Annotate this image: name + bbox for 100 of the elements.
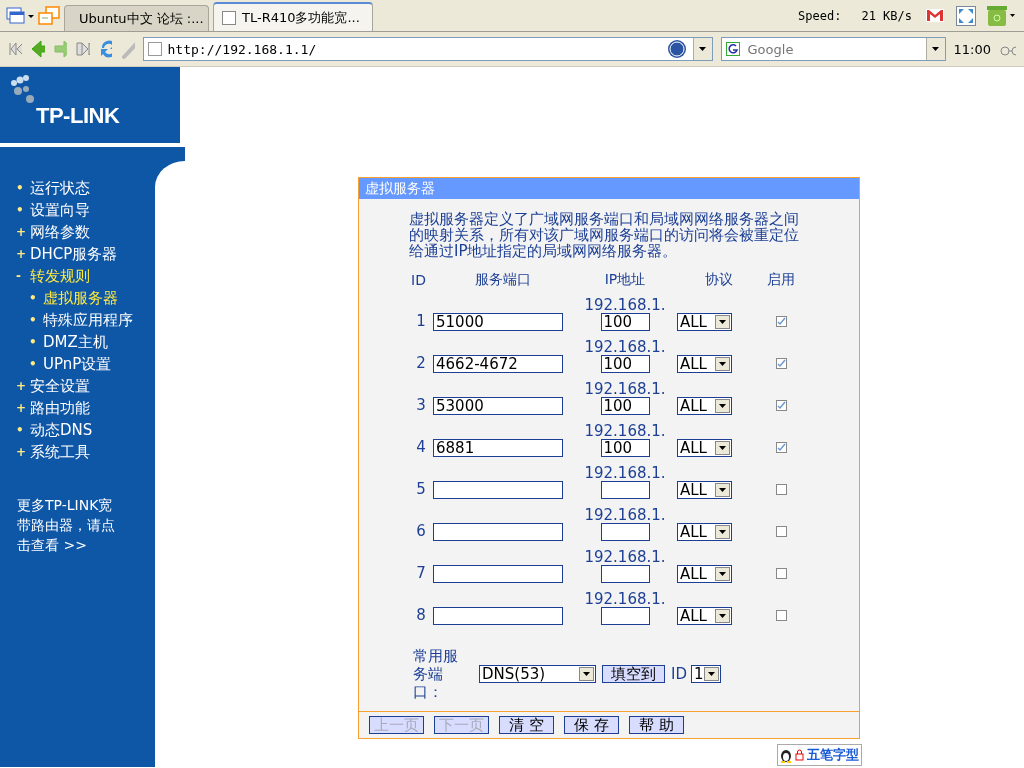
google-icon [725, 42, 740, 56]
dropdown-icon[interactable] [925, 38, 945, 60]
ip-field[interactable] [600, 565, 650, 583]
back-icon[interactable] [30, 39, 45, 59]
port-field[interactable]: 4662-4672 [433, 354, 563, 373]
menu-bullet: + [16, 379, 24, 393]
search-box[interactable]: Google [720, 37, 946, 61]
windows-icon[interactable] [6, 6, 34, 25]
menu-item[interactable]: 特殊应用程序 [43, 310, 133, 330]
enable-checkbox[interactable] [775, 610, 787, 621]
protocol-select[interactable]: ALL [677, 522, 732, 541]
fullscreen-icon[interactable] [956, 5, 976, 26]
column-header: ID [411, 272, 427, 288]
menu-bullet: • [29, 313, 37, 327]
ip-field[interactable]: 100 [600, 313, 650, 331]
protocol-select[interactable]: ALL [677, 564, 732, 583]
menu-bullet: + [16, 247, 24, 261]
enable-checkbox[interactable] [775, 568, 787, 579]
port-field[interactable] [433, 480, 563, 499]
page-button[interactable]: 清 空 [499, 716, 554, 734]
enable-checkbox[interactable] [775, 400, 787, 411]
id-label: ID [671, 665, 687, 683]
protocol-select[interactable]: ALL [677, 396, 732, 415]
dropdown-icon [719, 613, 726, 618]
port-field[interactable]: 53000 [433, 396, 563, 415]
page-button[interactable]: 保 存 [564, 716, 619, 734]
menu-item[interactable]: 网络参数 [30, 222, 90, 242]
menu-item[interactable]: 运行状态 [30, 178, 90, 198]
page-icon [222, 10, 236, 25]
ip-field[interactable]: 100 [600, 355, 650, 373]
protocol-select[interactable]: ALL [677, 438, 732, 457]
trash-icon[interactable] [986, 4, 1016, 27]
port-field[interactable] [433, 564, 563, 583]
lock-icon [795, 749, 804, 761]
menu-bullet: + [16, 225, 24, 239]
menu-bullet: • [16, 203, 24, 217]
last-page-icon[interactable] [75, 41, 90, 57]
column-header: 服务端口 [474, 271, 532, 289]
row-id: 2 [415, 352, 427, 372]
ip-field[interactable] [600, 607, 650, 625]
dropdown-icon [719, 487, 726, 492]
page-button[interactable]: 帮 助 [629, 716, 684, 734]
menu-item[interactable]: 动态DNS [30, 420, 93, 440]
panel-title: 虚拟服务器 [359, 178, 859, 199]
enable-checkbox[interactable] [775, 358, 787, 369]
menu-item[interactable]: 系统工具 [30, 442, 90, 462]
ip-prefix: 192.168.1. [584, 424, 666, 439]
ip-field[interactable] [600, 481, 650, 499]
protocol-select[interactable]: ALL [677, 354, 732, 373]
menu-item[interactable]: 安全设置 [30, 376, 90, 396]
help-icon[interactable] [666, 39, 687, 59]
ip-field[interactable]: 100 [600, 439, 650, 457]
protocol-select[interactable]: ALL [677, 480, 732, 499]
dropdown-icon [719, 571, 726, 576]
menu-item[interactable]: 设置向导 [30, 200, 90, 220]
enable-checkbox[interactable] [775, 526, 787, 537]
row-id: 4 [415, 436, 427, 456]
menu-item[interactable]: 路由功能 [30, 398, 90, 418]
port-field[interactable]: 51000 [433, 312, 563, 331]
menu-bullet: • [16, 181, 24, 195]
port-field[interactable] [433, 606, 563, 625]
first-page-icon[interactable] [8, 41, 23, 57]
dropdown-icon[interactable] [692, 38, 712, 60]
logo-text: TP-LINK [36, 103, 120, 129]
row-id: 3 [415, 394, 427, 414]
fill-button[interactable]: 填空到 [602, 665, 665, 683]
description: 虚拟服务器定义了广域网服务端口和局域网网络服务器之间的映射关系，所有对该广域网服务端口的访问将会被重定位给通过IP地址指定的局域网网络服务器。 [409, 211, 800, 259]
port-field[interactable]: 6881 [433, 438, 563, 457]
common-port-select[interactable]: DNS(53) [479, 665, 596, 683]
row-id: 8 [415, 604, 427, 624]
more-products-link[interactable]: 更多TP-LINK宽带路由器，请点击查看 >> [17, 495, 123, 555]
dropdown-icon [719, 319, 726, 324]
dropdown-icon [719, 529, 726, 534]
mail-icon[interactable] [926, 9, 944, 22]
address-field[interactable]: http://192.168.1.1/ [142, 37, 713, 61]
protocol-select[interactable]: ALL [677, 606, 732, 625]
ip-prefix: 192.168.1. [584, 466, 666, 481]
windows-icon[interactable] [38, 5, 60, 26]
menu-item[interactable]: DMZ主机 [43, 332, 108, 352]
ip-field[interactable] [600, 523, 650, 541]
row-id: 1 [415, 310, 427, 330]
enable-checkbox[interactable] [775, 442, 787, 453]
protocol-select[interactable]: ALL [677, 312, 732, 331]
enable-checkbox[interactable] [775, 316, 787, 327]
menu-bullet: - [16, 269, 22, 283]
browser-tab[interactable]: Ubuntu中文 论坛 :... [64, 5, 209, 31]
common-ports-label: 常用服务端口： [413, 647, 459, 701]
id-select[interactable]: 1 [691, 665, 721, 683]
browser-tab[interactable]: TL-R410多功能宽... [213, 2, 373, 31]
menu-bullet: • [29, 335, 37, 349]
port-field[interactable] [433, 522, 563, 541]
enable-checkbox[interactable] [775, 484, 787, 495]
dropdown-icon [708, 672, 715, 676]
ip-prefix: 192.168.1. [584, 550, 666, 565]
menu-item[interactable]: DHCP服务器 [30, 244, 118, 264]
menu-item[interactable]: UPnP设置 [43, 354, 112, 374]
menu-item[interactable]: 虚拟服务器 [43, 288, 118, 308]
menu-bullet: • [16, 423, 24, 437]
menu-item[interactable]: 转发规则 [30, 266, 90, 286]
ip-field[interactable]: 100 [600, 397, 650, 415]
